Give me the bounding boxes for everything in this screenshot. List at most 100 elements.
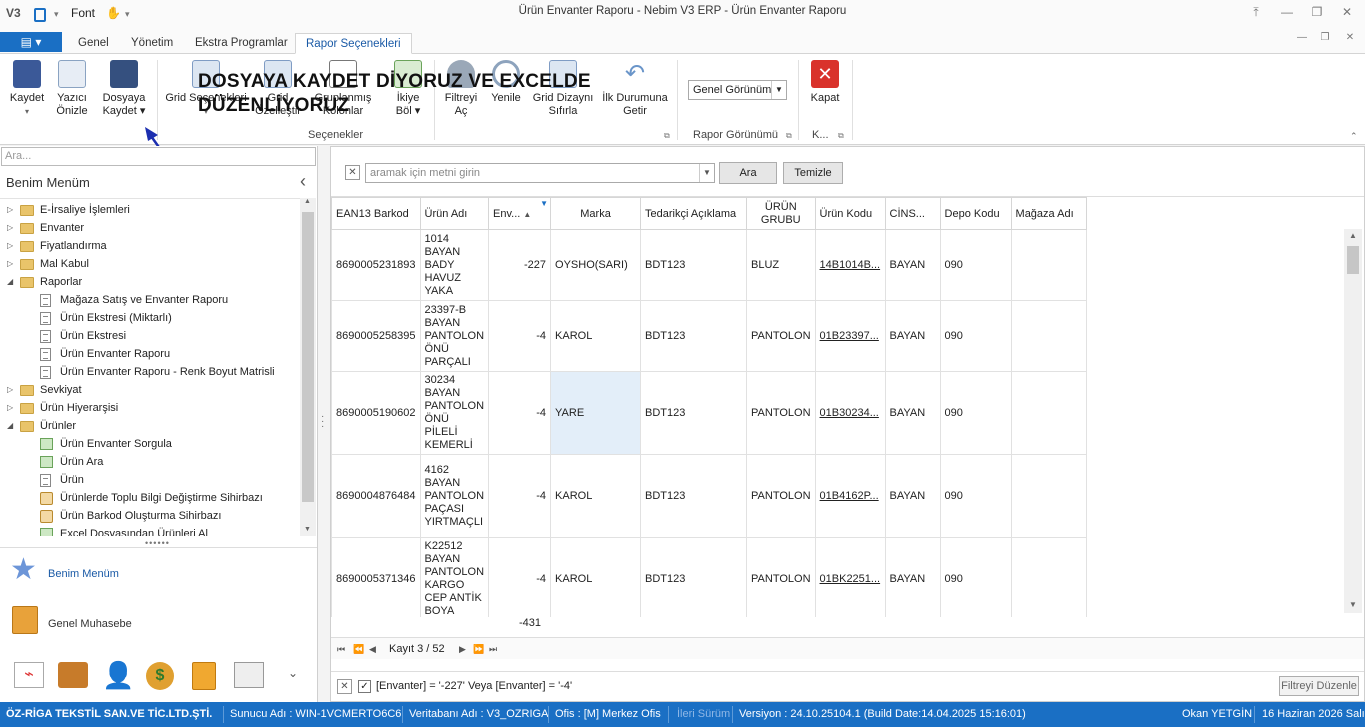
chevron-down-icon[interactable]: ◢	[7, 417, 13, 435]
chart-icon[interactable]: ⌁	[14, 662, 44, 688]
briefcase-icon[interactable]	[58, 662, 88, 688]
filter-enabled-checkbox[interactable]: ✓	[358, 680, 371, 693]
table-row[interactable]: 8690005231893 1014 BAYAN BADY HAVUZ YAKA…	[331, 229, 1087, 301]
scroll-thumb[interactable]	[1347, 246, 1359, 274]
tree-folder[interactable]: ◢ Ürünler	[0, 417, 300, 435]
find-button[interactable]: Ara	[719, 162, 777, 184]
tree-item[interactable]: Ürün Barkod Oluşturma Sihirbazı	[0, 507, 300, 525]
tree-folder[interactable]: ▷ Ürün Hiyerarşisi	[0, 399, 300, 417]
urun-kodu-link[interactable]: 01B30234...	[814, 371, 886, 455]
tree-item[interactable]: Ürün Ara	[0, 453, 300, 471]
user-icon[interactable]: 👤	[102, 660, 134, 690]
scroll-down-icon[interactable]: ▼	[1349, 600, 1357, 609]
urun-kodu-link[interactable]: 01B23397...	[814, 300, 886, 372]
menu-search-input[interactable]: Ara...	[1, 147, 316, 166]
close-find-icon[interactable]: ✕	[345, 165, 360, 180]
col-header-ean13[interactable]: EAN13 Barkod	[331, 197, 421, 230]
tree-item[interactable]: Ürün Ekstresi	[0, 327, 300, 345]
collapse-panel-icon[interactable]: ‹	[300, 171, 306, 192]
scroll-thumb[interactable]	[302, 212, 314, 502]
prev-page-icon[interactable]: ⏪	[353, 638, 364, 660]
col-header-magaza-adi[interactable]: Mağaza Adı	[1010, 197, 1087, 230]
selected-cell[interactable]: YARE	[550, 371, 642, 455]
table-row[interactable]: 8690004876484 4162 BAYAN PANTOLON PAÇASI…	[331, 454, 1087, 538]
col-header-urun-adi[interactable]: Ürün Adı	[419, 197, 490, 230]
first-record-icon[interactable]: ⏮	[337, 638, 345, 660]
grid-header-row: EAN13 Barkod Ürün Adı Env... ▲ ▼ Marka T…	[331, 197, 1087, 230]
urun-kodu-link[interactable]: 01B4162P...	[814, 454, 886, 538]
tree-folder[interactable]: ▷ Envanter	[0, 219, 300, 237]
tree-folder[interactable]: ▷ Fiyatlandırma	[0, 237, 300, 255]
tree-item[interactable]: Ürün Envanter Raporu - Renk Boyut Matris…	[0, 363, 300, 381]
col-header-cins[interactable]: CİNS...	[884, 197, 941, 230]
filter-expression[interactable]: [Envanter] = '-227' Veya [Envanter] = '-…	[376, 680, 572, 692]
wizard-icon	[40, 510, 53, 523]
tree-item[interactable]: Ürünlerde Toplu Bilgi Değiştirme Sihirba…	[0, 489, 300, 507]
col-header-envanter[interactable]: Env... ▲ ▼	[488, 197, 552, 230]
urun-kodu-link[interactable]: 01BK2251...	[814, 537, 886, 617]
splitter-dots-icon: · · ·	[321, 411, 325, 432]
chevron-right-icon[interactable]: ▷	[7, 201, 13, 219]
folder-icon	[20, 241, 34, 252]
chevron-right-icon[interactable]: ▷	[7, 399, 13, 417]
folder-icon	[20, 277, 34, 288]
chevron-right-icon[interactable]: ▷	[7, 219, 13, 237]
col-header-tedarikci[interactable]: Tedarikçi Açıklama	[640, 197, 748, 230]
report-icon	[40, 294, 51, 307]
tree-folder[interactable]: ▷ Sevkiyat	[0, 381, 300, 399]
panel-splitter[interactable]: · · ·	[318, 146, 330, 702]
tree-item[interactable]: Ürün	[0, 471, 300, 489]
tree-folder[interactable]: ◢ Raporlar	[0, 273, 300, 291]
tree-item-label: Ürün Envanter Sorgula	[60, 438, 172, 450]
tree-item[interactable]: Ürün Ekstresi (Miktarlı)	[0, 309, 300, 327]
chevron-right-icon[interactable]: ▷	[7, 381, 13, 399]
table-row[interactable]: 8690005190602 30234 BAYAN PANTOLON ÖNÜ P…	[331, 371, 1087, 455]
tree-folder[interactable]: ▷ Mal Kabul	[0, 255, 300, 273]
clear-button[interactable]: Temizle	[783, 162, 843, 184]
filter-active-icon[interactable]: ▼	[540, 199, 548, 208]
tree-item-label: Mal Kabul	[40, 258, 89, 270]
next-record-icon[interactable]: ▶	[459, 638, 466, 660]
grid-scrollbar[interactable]: ▲ ▼	[1344, 229, 1362, 613]
status-office: Ofis : [M] Merkez Ofis	[555, 708, 661, 720]
chevron-right-icon[interactable]: ▷	[7, 237, 13, 255]
documents-icon[interactable]	[234, 662, 264, 688]
prev-record-icon[interactable]: ◀	[369, 638, 376, 660]
tree-item-label: Ürün Ekstresi	[60, 330, 127, 342]
tree-item[interactable]: Mağaza Satış ve Envanter Raporu	[0, 291, 300, 309]
col-header-urun-grubu[interactable]: ÜRÜN GRUBU	[746, 197, 816, 230]
scroll-down-icon[interactable]: ▼	[304, 526, 311, 533]
scroll-up-icon[interactable]: ▲	[1349, 231, 1357, 240]
urun-kodu-link[interactable]: 14B1014B...	[814, 229, 886, 301]
find-input[interactable]: aramak için metni girin ▼	[365, 163, 715, 183]
report-icon	[40, 366, 51, 379]
status-company: ÖZ-RİGA TEKSTİL SAN.VE TİC.LTD.ŞTİ.	[6, 708, 213, 720]
more-icon[interactable]: ⌄	[288, 666, 298, 680]
col-header-urun-kodu[interactable]: Ürün Kodu	[814, 197, 886, 230]
tree-item[interactable]: Excel Dosyasından Ürünleri Al	[0, 525, 300, 536]
navigation-panel: Ara... Benim Menüm ‹ ▷ E-İrsaliye İşlemle…	[0, 146, 318, 702]
tree-scrollbar[interactable]: ▲ ▼	[300, 198, 316, 536]
col-header-marka[interactable]: Marka	[550, 197, 642, 230]
chevron-down-icon[interactable]: ▼	[699, 164, 714, 182]
tree-folder[interactable]: ▷ E-İrsaliye İşlemleri	[0, 201, 300, 219]
grid-icon	[40, 456, 53, 468]
scroll-up-icon[interactable]: ▲	[304, 198, 311, 205]
clear-filter-icon[interactable]: ✕	[337, 679, 352, 694]
tree-item[interactable]: Ürün Envanter Sorgula	[0, 435, 300, 453]
chevron-down-icon[interactable]: ◢	[7, 273, 13, 291]
next-page-icon[interactable]: ⏩	[473, 638, 484, 660]
tree-item-label: Raporlar	[40, 276, 83, 288]
col-header-depo-kodu[interactable]: Depo Kodu	[939, 197, 1012, 230]
currency-icon[interactable]: $	[146, 662, 174, 690]
tree-item[interactable]: Ürün Envanter Raporu	[0, 345, 300, 363]
tree-item-label: Ürünler	[40, 420, 77, 432]
last-record-icon[interactable]: ⏭	[489, 638, 497, 660]
status-later-version[interactable]: İleri Sürüm	[677, 702, 730, 727]
table-row[interactable]: 8690005258395 23397-B BAYAN PANTOLON ÖNÜ…	[331, 300, 1087, 372]
chevron-right-icon[interactable]: ▷	[7, 255, 13, 273]
table-row[interactable]: 8690005371346 K22512 BAYAN PANTOLON KARG…	[331, 537, 1087, 617]
folder-icon[interactable]	[192, 662, 216, 690]
data-grid: EAN13 Barkod Ürün Adı Env... ▲ ▼ Marka T…	[331, 197, 1364, 617]
filter-edit-button[interactable]: Filtreyi Düzenle	[1279, 676, 1359, 696]
